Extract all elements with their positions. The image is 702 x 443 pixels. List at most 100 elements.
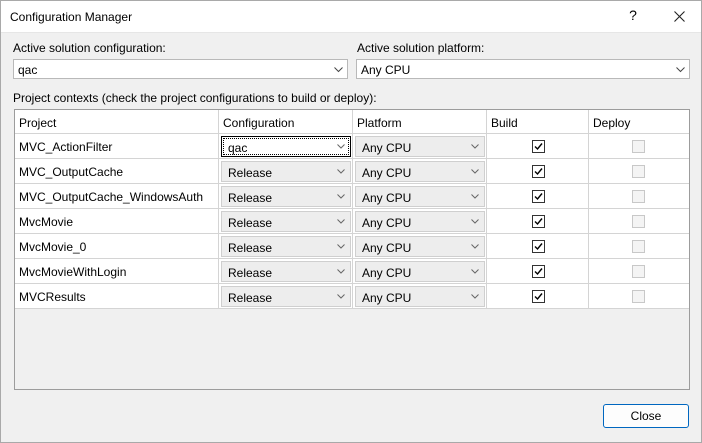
project-name: MVC_OutputCache_WindowsAuth: [19, 190, 204, 204]
deploy-cell: [589, 184, 689, 209]
platform-value: Any CPU: [362, 166, 412, 180]
active-platform-dropdown[interactable]: Any CPU: [356, 59, 690, 79]
configuration-cell: Release: [219, 284, 353, 309]
platform-value: Any CPU: [362, 241, 412, 255]
project-cell: MVC_OutputCache: [15, 159, 219, 184]
deploy-checkbox[interactable]: [632, 190, 645, 203]
deploy-checkbox[interactable]: [632, 265, 645, 278]
help-button[interactable]: ?: [621, 7, 645, 27]
build-checkbox[interactable]: [532, 265, 545, 278]
table-row: MVCResults Release Any CPU: [15, 284, 689, 309]
checkmark-icon: [534, 143, 543, 151]
deploy-checkbox[interactable]: [632, 215, 645, 228]
column-header-project[interactable]: Project: [15, 110, 219, 134]
platform-cell: Any CPU: [353, 259, 487, 284]
project-name: MVC_ActionFilter: [19, 140, 113, 154]
column-header-platform[interactable]: Platform: [353, 110, 487, 134]
platform-dropdown[interactable]: Any CPU: [355, 136, 485, 157]
platform-cell: Any CPU: [353, 209, 487, 234]
chevron-down-icon: [471, 169, 479, 174]
checkmark-icon: [534, 243, 543, 251]
configuration-dropdown[interactable]: Release: [221, 186, 351, 207]
table-row: MVC_ActionFilter qac Any CPU: [15, 134, 689, 159]
configuration-dropdown[interactable]: qac: [221, 136, 351, 157]
configuration-dropdown[interactable]: Release: [221, 161, 351, 182]
window-title: Configuration Manager: [10, 10, 133, 24]
chevron-down-icon: [337, 194, 345, 199]
project-name: MVCResults: [19, 290, 86, 304]
configuration-dropdown[interactable]: Release: [221, 236, 351, 257]
project-cell: MvcMovie_0: [15, 234, 219, 259]
platform-value: Any CPU: [362, 291, 412, 305]
deploy-checkbox[interactable]: [632, 140, 645, 153]
project-name: MvcMovieWithLogin: [19, 265, 127, 279]
project-contexts-grid: Project Configuration Platform Build Dep…: [14, 109, 690, 390]
build-checkbox[interactable]: [532, 165, 545, 178]
platform-value: Any CPU: [362, 141, 412, 155]
active-config-label: Active solution configuration:: [13, 41, 166, 55]
title-bar: Configuration Manager ?: [1, 1, 701, 33]
configuration-cell: Release: [219, 209, 353, 234]
build-cell: [487, 259, 589, 284]
build-cell: [487, 134, 589, 159]
configuration-dropdown[interactable]: Release: [221, 286, 351, 307]
close-button[interactable]: Close: [603, 404, 689, 428]
build-checkbox[interactable]: [532, 140, 545, 153]
configuration-value: qac: [228, 141, 248, 155]
configuration-value: Release: [228, 191, 273, 205]
chevron-down-icon: [334, 67, 343, 73]
close-icon: [674, 11, 685, 22]
configuration-dropdown[interactable]: Release: [221, 261, 351, 282]
platform-dropdown[interactable]: Any CPU: [355, 286, 485, 307]
checkmark-icon: [534, 268, 543, 276]
window-close-button[interactable]: [665, 4, 695, 30]
project-name: MvcMovie: [19, 215, 74, 229]
checkmark-icon: [534, 293, 543, 301]
chevron-down-icon: [337, 169, 345, 174]
platform-cell: Any CPU: [353, 134, 487, 159]
build-checkbox[interactable]: [532, 240, 545, 253]
build-checkbox[interactable]: [532, 190, 545, 203]
platform-value: Any CPU: [362, 191, 412, 205]
project-cell: MvcMovie: [15, 209, 219, 234]
chevron-down-icon: [337, 269, 345, 274]
platform-dropdown[interactable]: Any CPU: [355, 186, 485, 207]
platform-dropdown[interactable]: Any CPU: [355, 236, 485, 257]
table-row: MVC_OutputCache_WindowsAuth Release Any CP…: [15, 184, 689, 209]
grid-body: Project Configuration Platform Build Dep…: [15, 110, 689, 309]
platform-dropdown[interactable]: Any CPU: [355, 261, 485, 282]
platform-dropdown[interactable]: Any CPU: [355, 161, 485, 182]
configuration-value: Release: [228, 266, 273, 280]
build-checkbox[interactable]: [532, 215, 545, 228]
checkmark-icon: [534, 193, 543, 201]
column-header-build[interactable]: Build: [487, 110, 589, 134]
table-row: MvcMovie_0 Release Any CPU: [15, 234, 689, 259]
platform-value: Any CPU: [362, 216, 412, 230]
build-checkbox[interactable]: [532, 290, 545, 303]
deploy-cell: [589, 159, 689, 184]
chevron-down-icon: [337, 294, 345, 299]
platform-cell: Any CPU: [353, 284, 487, 309]
chevron-down-icon: [471, 294, 479, 299]
configuration-cell: qac: [219, 134, 353, 159]
configuration-dropdown[interactable]: Release: [221, 211, 351, 232]
chevron-down-icon: [337, 144, 345, 149]
deploy-checkbox[interactable]: [632, 165, 645, 178]
configuration-cell: Release: [219, 159, 353, 184]
checkmark-icon: [534, 168, 543, 176]
build-cell: [487, 184, 589, 209]
chevron-down-icon: [676, 67, 685, 73]
configuration-value: Release: [228, 291, 273, 305]
project-cell: MVC_OutputCache_WindowsAuth: [15, 184, 219, 209]
chevron-down-icon: [471, 244, 479, 249]
platform-dropdown[interactable]: Any CPU: [355, 211, 485, 232]
configuration-manager-dialog: Configuration Manager ? Active solution …: [0, 0, 702, 443]
deploy-checkbox[interactable]: [632, 240, 645, 253]
column-header-deploy[interactable]: Deploy: [589, 110, 689, 134]
deploy-checkbox[interactable]: [632, 290, 645, 303]
chevron-down-icon: [471, 144, 479, 149]
active-config-dropdown[interactable]: qac: [13, 59, 348, 79]
deploy-cell: [589, 284, 689, 309]
column-header-configuration[interactable]: Configuration: [219, 110, 353, 134]
deploy-cell: [589, 209, 689, 234]
